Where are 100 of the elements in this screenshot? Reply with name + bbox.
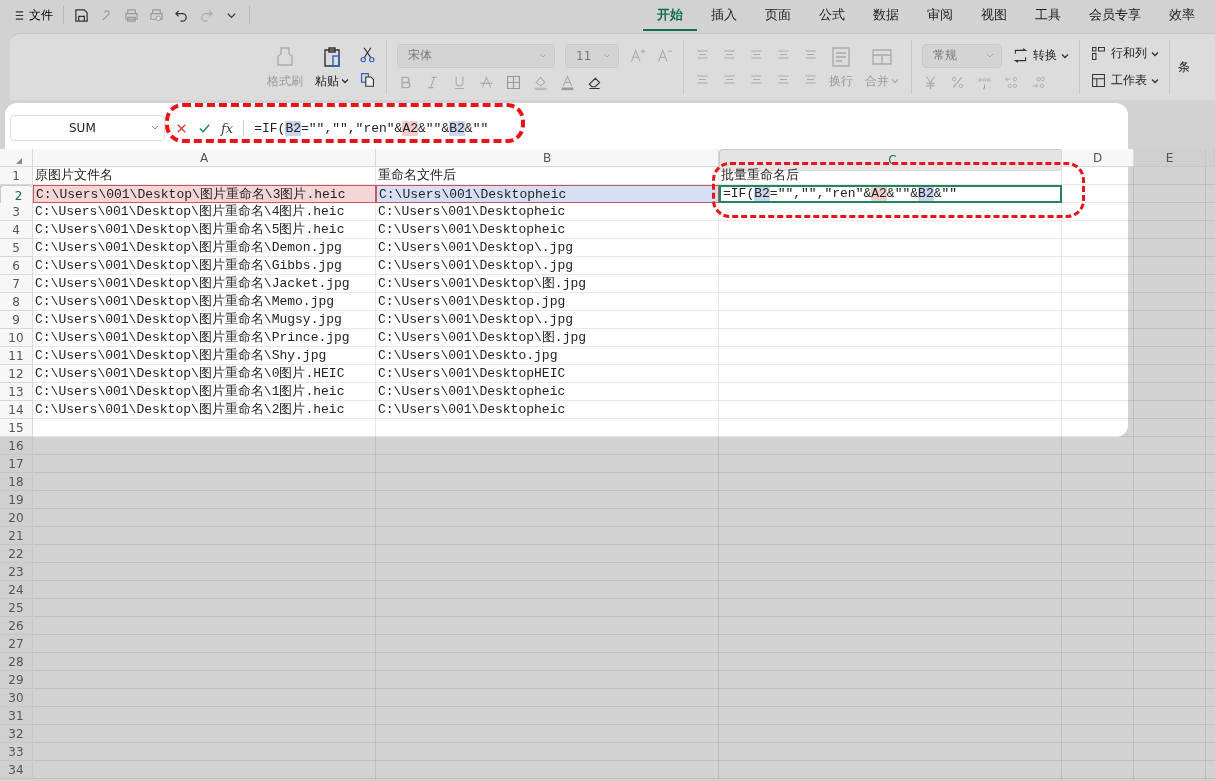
row-header[interactable]: 16	[0, 437, 33, 455]
name-box[interactable]: SUM	[10, 115, 165, 141]
ribbon-tab[interactable]: 开始	[643, 0, 697, 31]
save-icon[interactable]	[74, 7, 89, 23]
table-cell-text: 重命名文件后	[377, 167, 457, 185]
row-header[interactable]: 9	[0, 311, 33, 329]
row-header[interactable]: 6	[0, 257, 33, 275]
table-cell-text: C:\Users\001\Desktop\图片重命名\Gibbs.jpg	[34, 257, 343, 275]
row-header[interactable]: 23	[0, 563, 33, 581]
table-cell-text: C:\Users\001\Desktopheic	[377, 221, 567, 239]
table-cell-text: C:\Users\001\Desktop\图片重命名\Memo.jpg	[34, 293, 336, 311]
row-header[interactable]: 19	[0, 491, 33, 509]
rows-columns-icon	[1090, 45, 1107, 62]
row-header[interactable]: 11	[0, 347, 33, 365]
row-header[interactable]: 24	[0, 581, 33, 599]
table-cell-text: C:\Users\001\Desktop\图片重命名\Prince.jpg	[34, 329, 351, 347]
ribbon-tab[interactable]: 页面	[751, 0, 805, 31]
row-header[interactable]: 1	[0, 167, 33, 185]
row-header[interactable]: 21	[0, 527, 33, 545]
row-header[interactable]: 31	[0, 707, 33, 725]
row-header[interactable]: 3	[0, 203, 33, 221]
ribbon-tab[interactable]: 工具	[1021, 0, 1075, 31]
row-header[interactable]: 15	[0, 419, 33, 437]
row-header[interactable]: 7	[0, 275, 33, 293]
checkmark-icon[interactable]	[198, 121, 211, 135]
table-cell-text: C:\Users\001\DesktopHEIC	[377, 365, 567, 383]
row-header[interactable]: 26	[0, 617, 33, 635]
table-cell: C:\Users\001\Desktopheic	[376, 185, 719, 203]
table-cell-text: C:\Users\001\Desktop\图片重命名\0图片.HEIC	[34, 365, 346, 383]
caret-icon	[1061, 51, 1069, 60]
strikethrough-icon[interactable]	[478, 73, 495, 91]
file-menu[interactable]: 文件	[14, 6, 53, 24]
borders-icon[interactable]	[505, 73, 522, 91]
table-cell-text: C:\Users\001\Desktopheic	[377, 203, 567, 221]
convert-button[interactable]: 转换	[1012, 47, 1069, 64]
table-cell: C:\Users\001\Desktop\图片重命名\3图片.heic	[33, 185, 376, 203]
row-header[interactable]: 22	[0, 545, 33, 563]
table-cell-text: C:\Users\001\Desktop\图片重命名\Demon.jpg	[34, 239, 343, 257]
row-header[interactable]: 33	[0, 743, 33, 761]
row-header[interactable]: 30	[0, 689, 33, 707]
copy-icon[interactable]	[359, 71, 376, 88]
column-header[interactable]: E	[1134, 149, 1206, 167]
formula-input[interactable]: =IF(B2="","","ren"&A2&""&B2&""	[254, 120, 489, 136]
caret-icon	[891, 77, 899, 85]
print-icon[interactable]	[124, 7, 139, 23]
insert-function-button[interactable]: fx	[221, 120, 234, 136]
grow-font-icon[interactable]	[629, 47, 646, 64]
row-header[interactable]: 10	[0, 329, 33, 347]
ribbon-tab[interactable]: 插入	[697, 0, 751, 31]
editing-cell[interactable]: =IF(B2="","","ren"&A2&""&B2&""	[719, 185, 1062, 203]
table-cell-text: C:\Users\001\Desktopheic	[377, 383, 567, 401]
table-cell-text: C:\Users\001\Desktop\图片重命名\Mugsy.jpg	[34, 311, 343, 329]
row-header[interactable]: 27	[0, 635, 33, 653]
ribbon-tab[interactable]: 审阅	[913, 0, 967, 31]
column-header[interactable]: B	[376, 149, 719, 167]
row-header[interactable]: 14	[0, 401, 33, 419]
table-cell-text: C:\Users\001\Desktopheic	[377, 401, 567, 419]
row-header[interactable]: 8	[0, 293, 33, 311]
caret-icon	[1151, 76, 1159, 85]
worksheet-button[interactable]: 工作表	[1090, 72, 1159, 89]
table-cell-text: C:\Users\001\Deskto.jpg	[377, 347, 559, 365]
table-cell-text: C:\Users\001\Desktop\.jpg	[377, 239, 575, 257]
select-all-icon[interactable]	[15, 156, 23, 165]
row-header[interactable]: 4	[0, 221, 33, 239]
row-header[interactable]: 34	[0, 761, 33, 779]
ribbon-tab[interactable]: 效率	[1155, 0, 1209, 31]
scissors-icon[interactable]	[359, 46, 376, 63]
ribbon-tab[interactable]: 数据	[859, 0, 913, 31]
rows-columns-button[interactable]: 行和列	[1090, 45, 1159, 62]
row-header[interactable]: 32	[0, 725, 33, 743]
row-header[interactable]: 20	[0, 509, 33, 527]
row-header[interactable]: 28	[0, 653, 33, 671]
paste-button[interactable]: 粘贴	[313, 44, 351, 90]
table-cell-text: C:\Users\001\Desktop\图.jpg	[377, 329, 588, 347]
font-color-icon[interactable]	[559, 73, 576, 91]
table-cell-text: C:\Users\001\Desktop\图片重命名\Shy.jpg	[34, 347, 328, 365]
table-cell-text: C:\Users\001\Desktop\图.jpg	[377, 275, 588, 293]
table-cell-text: C:\Users\001\Desktop\图片重命名\4图片.heic	[34, 203, 346, 221]
row-header[interactable]: 25	[0, 599, 33, 617]
row-header[interactable]: 12	[0, 365, 33, 383]
row-header[interactable]: 17	[0, 455, 33, 473]
row-header[interactable]: 29	[0, 671, 33, 689]
row-header[interactable]: 18	[0, 473, 33, 491]
shrink-font-icon[interactable]	[656, 47, 673, 64]
ribbon-tab[interactable]: 会员专享	[1075, 0, 1155, 31]
fill-color-icon[interactable]	[532, 73, 549, 91]
ribbon-tab[interactable]: 视图	[967, 0, 1021, 31]
worksheet-icon	[1090, 72, 1107, 89]
print-preview-icon[interactable]	[149, 7, 164, 23]
table-cell-text: C:\Users\001\Desktop\.jpg	[377, 257, 575, 275]
column-header[interactable]: A	[33, 149, 376, 167]
table-cell-text: C:\Users\001\Desktop\图片重命名\5图片.heic	[34, 221, 346, 239]
caret-icon	[341, 77, 349, 85]
column-header[interactable]: D	[1062, 149, 1134, 167]
table-cell-text: C:\Users\001\Desktop.jpg	[377, 293, 567, 311]
row-header[interactable]: 5	[0, 239, 33, 257]
row-header[interactable]: 13	[0, 383, 33, 401]
ribbon-tab[interactable]: 公式	[805, 0, 859, 31]
caret-icon	[1151, 49, 1159, 58]
table-cell-text: C:\Users\001\Desktop\.jpg	[377, 311, 575, 329]
